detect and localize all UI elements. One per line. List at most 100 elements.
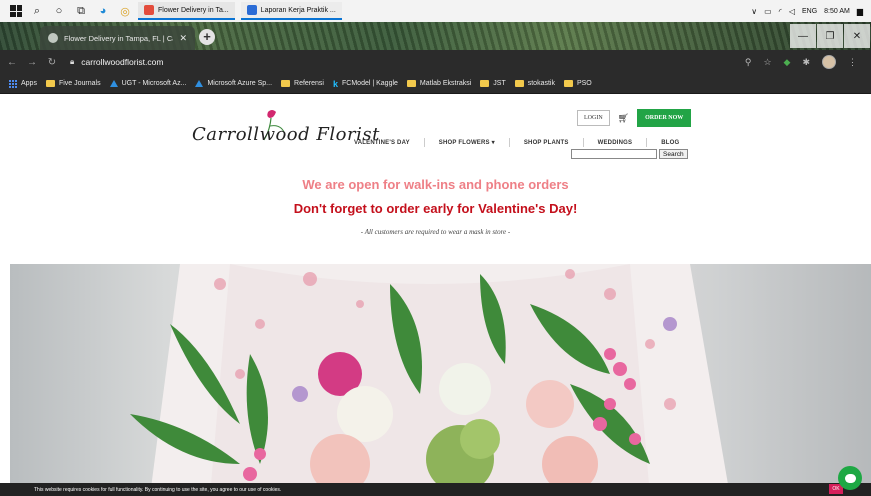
login-button[interactable]: LOGIN	[577, 110, 610, 126]
bookmark-item[interactable]: JST	[480, 80, 506, 87]
taskbar-app-word[interactable]: Laporan Kerja Praktik ...	[240, 2, 342, 20]
language-indicator[interactable]: ENG	[802, 8, 817, 15]
bookmark-label: Microsoft Azure Sp...	[207, 80, 273, 87]
azure-icon	[195, 80, 204, 87]
window-controls: — ❐ ✕	[790, 22, 871, 50]
notice-valentines: Don't forget to order early for Valentin…	[293, 201, 578, 216]
address-bar: ← → ↻ 🔒︎ carrollwoodflorist.com ⚲ ☆ ◆ ✱ …	[0, 50, 871, 74]
bookmark-label: PSO	[576, 80, 592, 87]
bookmark-item[interactable]: k FCModel | Kaggle	[333, 79, 398, 89]
notice-mask: - All customers are required to wear a m…	[360, 228, 511, 236]
cart-icon[interactable]: 🛒︎	[618, 113, 629, 124]
url-text: carrollwoodflorist.com	[81, 57, 164, 67]
apps-grid-icon	[9, 79, 17, 88]
header-actions: LOGIN 🛒︎ ORDER NOW	[577, 109, 692, 127]
nav-valentines-day[interactable]: VALENTINE'S DAY	[340, 140, 424, 146]
close-window-icon[interactable]: ✕	[844, 24, 870, 48]
bookmark-apps[interactable]: Apps	[9, 79, 37, 88]
folder-icon	[45, 80, 55, 87]
notice-walk-ins: We are open for walk-ins and phone order…	[302, 177, 569, 192]
chat-button[interactable]	[838, 466, 862, 490]
cookie-text: This website requires cookies for full f…	[34, 486, 282, 493]
tab-favicon-icon	[48, 33, 58, 43]
cortana-icon[interactable]: ○	[52, 4, 66, 18]
site-logo[interactable]: Carrollwood Florist	[190, 106, 379, 158]
chrome-icon[interactable]: ◎	[118, 4, 132, 18]
extension-icon[interactable]: ◆	[784, 57, 791, 68]
profile-avatar[interactable]	[822, 55, 836, 69]
bookmark-label: JST	[493, 80, 506, 87]
bookmark-item[interactable]: UGT - Microsoft Az...	[109, 80, 187, 87]
search-button[interactable]: Search	[659, 149, 688, 159]
browser-tab-strip: Flower Delivery in Tampa, FL | Ca ✕ + — …	[0, 22, 871, 50]
chevron-up-icon[interactable]: ∨	[751, 7, 757, 16]
menu-icon[interactable]: ⋮	[848, 57, 857, 68]
bookmark-label: Referensi	[294, 80, 324, 87]
site-search: Search	[571, 149, 688, 159]
nav-shop-flowers[interactable]: SHOP FLOWERS ▾	[425, 139, 509, 146]
wifi-icon[interactable]: ◜	[779, 7, 782, 16]
bookmark-label: Apps	[21, 80, 37, 87]
windows-taskbar: ⌕ ○ ⧉ ◕ ◎ Flower Delivery in Ta... Lapor…	[0, 0, 871, 22]
zoom-icon[interactable]: ⚲	[745, 57, 752, 68]
folder-icon	[514, 80, 524, 87]
battery-icon[interactable]: ▭	[764, 7, 772, 16]
system-tray: ∨ ▭ ◜ ◁ ENG 8:50 AM ▆	[751, 7, 871, 16]
bookmark-label: Matlab Ekstraksi	[419, 80, 472, 87]
hero-bouquet-image	[10, 264, 871, 496]
folder-icon	[480, 80, 490, 87]
browser-tab-active[interactable]: Flower Delivery in Tampa, FL | Ca ✕	[40, 26, 195, 50]
screen: ⌕ ○ ⧉ ◕ ◎ Flower Delivery in Ta... Lapor…	[0, 0, 871, 496]
search-icon[interactable]: ⌕	[30, 4, 44, 18]
web-page: Carrollwood Florist LOGIN 🛒︎ ORDER NOW V…	[0, 94, 871, 496]
taskbar-app-title: Flower Delivery in Ta...	[158, 6, 229, 14]
bookmark-label: UGT - Microsoft Az...	[121, 80, 187, 87]
search-input[interactable]	[571, 149, 657, 159]
bookmark-item[interactable]: Matlab Ekstraksi	[406, 80, 472, 87]
tab-title: Flower Delivery in Tampa, FL | Ca	[64, 33, 174, 43]
bookmark-item[interactable]: PSO	[563, 80, 592, 87]
azure-icon	[109, 80, 118, 87]
bookmark-label: stokastik	[527, 80, 555, 87]
order-now-button[interactable]: ORDER NOW	[637, 109, 692, 127]
folder-icon	[406, 80, 416, 87]
back-icon[interactable]: ←	[4, 57, 20, 68]
cookie-banner: This website requires cookies for full f…	[0, 483, 871, 496]
kaggle-icon: k	[333, 78, 339, 89]
bookmark-item[interactable]: stokastik	[514, 80, 555, 87]
nav-weddings[interactable]: WEDDINGS	[584, 140, 647, 146]
folder-icon	[563, 80, 573, 87]
bookmark-label: Five Journals	[58, 80, 101, 87]
url-field[interactable]: 🔒︎ carrollwoodflorist.com	[70, 53, 745, 71]
bookmark-label: FCModel | Kaggle	[342, 80, 398, 87]
minimize-icon[interactable]: —	[790, 24, 816, 48]
forward-icon[interactable]: →	[24, 57, 40, 68]
close-tab-icon[interactable]: ✕	[179, 33, 187, 44]
bookmark-item[interactable]: Microsoft Azure Sp...	[195, 80, 272, 87]
notification-icon[interactable]: ▆	[857, 7, 863, 16]
edge-icon[interactable]: ◕	[96, 4, 110, 18]
bookmark-item[interactable]: Referensi	[281, 80, 324, 87]
site-header: Carrollwood Florist LOGIN 🛒︎ ORDER NOW V…	[0, 94, 871, 174]
clock[interactable]: 8:50 AM	[824, 8, 850, 15]
word-icon	[246, 5, 257, 15]
lock-icon[interactable]: 🔒︎	[70, 57, 74, 67]
new-tab-button[interactable]: +	[199, 29, 215, 45]
main-navigation: VALENTINE'S DAY SHOP FLOWERS ▾ SHOP PLAN…	[340, 138, 693, 147]
reload-icon[interactable]: ↻	[44, 57, 60, 68]
volume-icon[interactable]: ◁	[789, 7, 795, 16]
taskbar-app-chrome[interactable]: Flower Delivery in Ta...	[138, 2, 235, 20]
nav-blog[interactable]: BLOG	[647, 140, 693, 146]
nav-shop-plants[interactable]: SHOP PLANTS	[510, 140, 583, 146]
toolbar-actions: ⚲ ☆ ◆ ✱ ⋮	[745, 55, 871, 69]
folder-icon	[281, 80, 291, 87]
puzzle-icon[interactable]: ✱	[802, 57, 810, 68]
task-view-icon[interactable]: ⧉	[74, 4, 88, 18]
bookmarks-bar: Apps Five Journals UGT - Microsoft Az...…	[0, 74, 871, 94]
maximize-icon[interactable]: ❐	[817, 24, 843, 48]
bookmark-item[interactable]: Five Journals	[45, 80, 101, 87]
chat-bubble-icon	[844, 473, 856, 483]
flower-favicon-icon	[144, 5, 154, 15]
bookmark-star-icon[interactable]: ☆	[763, 57, 771, 68]
windows-start-icon[interactable]	[10, 5, 22, 17]
